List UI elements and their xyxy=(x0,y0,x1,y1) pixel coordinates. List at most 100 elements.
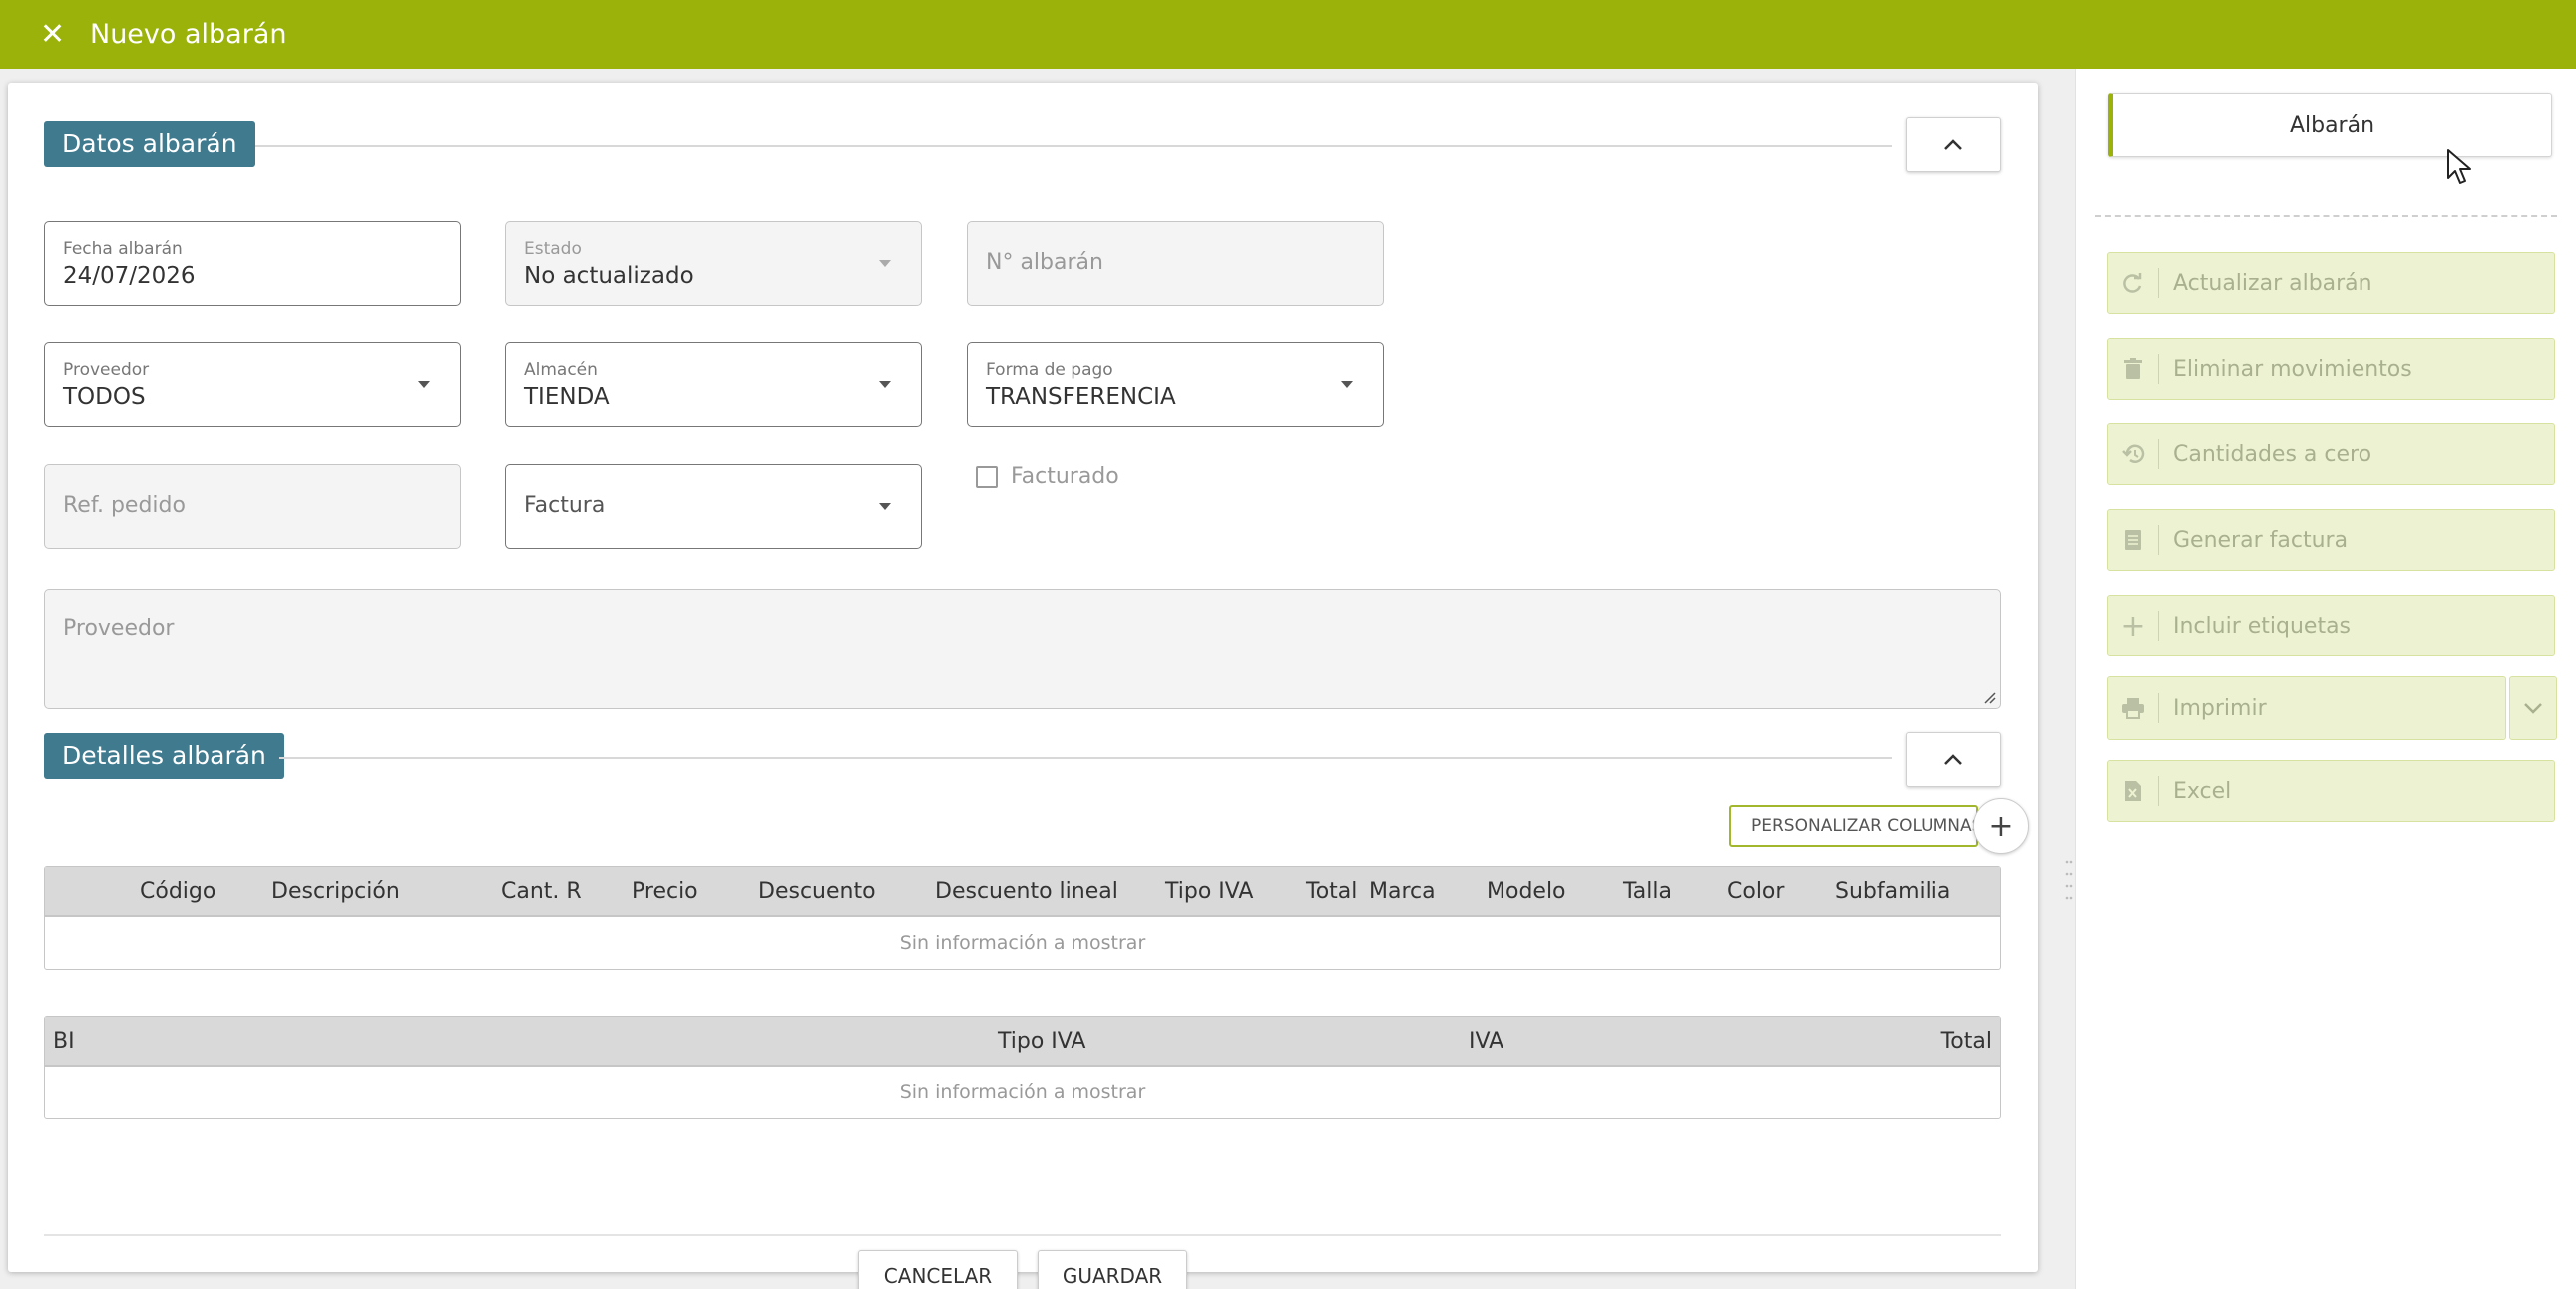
history-icon xyxy=(2108,443,2158,465)
action-label: Cantidades a cero xyxy=(2173,441,2372,467)
field-label: Fecha albarán xyxy=(63,239,183,259)
totales-table: BI Tipo IVA IVA Total Sin información a … xyxy=(44,1016,2001,1119)
eliminar-movimientos-button[interactable]: Eliminar movimientos xyxy=(2107,338,2555,400)
factura-select[interactable]: Factura xyxy=(505,464,922,549)
forma-pago-select[interactable]: Forma de pago TRANSFERENCIA xyxy=(967,342,1384,427)
splitter-grip-icon[interactable] xyxy=(2065,856,2073,904)
column-header: Tipo IVA xyxy=(998,1029,1086,1054)
column-header: Total xyxy=(1940,1029,1992,1054)
field-placeholder: Ref. pedido xyxy=(63,493,186,518)
personalize-columns-button[interactable]: PERSONALIZAR COLUMNAS xyxy=(1729,805,1978,847)
dropdown-arrow-icon xyxy=(879,503,891,510)
column-header[interactable]: Precio xyxy=(632,879,698,904)
field-value: TODOS xyxy=(63,384,146,410)
detalles-table: Código Descripción Cant. R Precio Descue… xyxy=(44,866,2001,970)
section-datos-header: Datos albarán xyxy=(44,121,255,167)
column-header[interactable]: Subfamilia xyxy=(1835,879,1950,904)
column-header[interactable]: Descuento lineal xyxy=(935,879,1118,904)
section-title-detalles: Detalles albarán xyxy=(44,733,284,779)
actualizar-albaran-button[interactable]: Actualizar albarán xyxy=(2107,252,2555,314)
action-label: Actualizar albarán xyxy=(2173,270,2372,296)
excel-button[interactable]: Excel xyxy=(2107,760,2555,822)
resize-handle-icon[interactable] xyxy=(1980,688,1996,704)
column-header[interactable]: Color xyxy=(1727,879,1784,904)
column-header[interactable]: Tipo IVA xyxy=(1165,879,1253,904)
plus-icon[interactable]: + xyxy=(1973,798,2029,854)
cantidades-a-cero-button[interactable]: Cantidades a cero xyxy=(2107,423,2555,485)
column-header[interactable]: Total xyxy=(1306,879,1357,904)
facturado-checkbox-wrap: Facturado xyxy=(976,464,1119,489)
column-header[interactable]: Marca xyxy=(1369,879,1436,904)
top-bar: ✕ Nuevo albarán xyxy=(0,0,2576,69)
column-header[interactable]: Descripción xyxy=(271,879,400,904)
proveedor-select[interactable]: Proveedor TODOS xyxy=(44,342,461,427)
invoice-icon xyxy=(2108,529,2158,551)
separator xyxy=(2158,354,2159,384)
collapse-detalles-button[interactable] xyxy=(1906,732,2001,787)
column-header: IVA xyxy=(1469,1029,1504,1054)
column-header[interactable]: Modelo xyxy=(1487,879,1566,904)
field-value: TRANSFERENCIA xyxy=(986,384,1176,410)
action-label: Excel xyxy=(2173,778,2232,804)
facturado-label: Facturado xyxy=(1011,464,1119,489)
field-value: TIENDA xyxy=(524,384,610,410)
separator xyxy=(2158,439,2159,469)
column-header[interactable]: Código xyxy=(140,879,215,904)
column-header[interactable]: Cant. R xyxy=(501,879,582,904)
chevron-up-icon xyxy=(1944,753,1962,765)
column-header[interactable]: Talla xyxy=(1623,879,1672,904)
footer-divider xyxy=(44,1234,2001,1236)
trash-icon xyxy=(2108,358,2158,380)
dropdown-arrow-icon xyxy=(879,260,891,267)
incluir-etiquetas-button[interactable]: + Incluir etiquetas xyxy=(2107,595,2555,656)
field-placeholder: Factura xyxy=(524,493,606,518)
dropdown-arrow-icon xyxy=(418,381,430,388)
ref-pedido-field: Ref. pedido xyxy=(44,464,461,549)
plus-icon: + xyxy=(2120,608,2146,644)
separator xyxy=(2158,268,2159,298)
field-label: Almacén xyxy=(524,360,598,380)
imprimir-dropdown-button[interactable] xyxy=(2509,676,2557,740)
separator xyxy=(2158,776,2159,806)
table-header: BI Tipo IVA IVA Total xyxy=(45,1017,2000,1067)
printer-icon xyxy=(2108,697,2158,719)
fecha-albaran-field[interactable]: Fecha albarán 24/07/2026 xyxy=(44,221,461,306)
separator xyxy=(2158,525,2159,555)
field-label: Estado xyxy=(524,239,582,259)
separator xyxy=(2158,611,2159,641)
action-label: Incluir etiquetas xyxy=(2173,613,2352,639)
action-label: Imprimir xyxy=(2173,695,2267,721)
table-empty-message: Sin información a mostrar xyxy=(899,1081,1146,1103)
excel-file-icon xyxy=(2108,780,2158,802)
chevron-down-icon xyxy=(2524,703,2542,714)
collapse-datos-button[interactable] xyxy=(1906,117,2001,172)
action-label: Generar factura xyxy=(2173,527,2349,553)
proveedor-textarea[interactable]: Proveedor xyxy=(44,589,2001,709)
field-label: Proveedor xyxy=(63,360,150,380)
column-header: BI xyxy=(53,1029,75,1054)
almacen-select[interactable]: Almacén TIENDA xyxy=(505,342,922,427)
separator xyxy=(2158,693,2159,723)
dropdown-arrow-icon xyxy=(879,381,891,388)
save-button[interactable]: GUARDAR xyxy=(1038,1250,1187,1289)
generar-factura-button[interactable]: Generar factura xyxy=(2107,509,2555,571)
section-detalles-header: Detalles albarán xyxy=(44,733,284,779)
textarea-placeholder: Proveedor xyxy=(63,616,175,641)
section-divider xyxy=(279,757,1892,759)
section-divider xyxy=(255,145,1892,147)
column-header[interactable]: Descuento xyxy=(758,879,876,904)
field-value: No actualizado xyxy=(524,263,694,289)
chevron-up-icon xyxy=(1944,138,1962,150)
page-title: Nuevo albarán xyxy=(90,19,287,50)
facturado-checkbox[interactable] xyxy=(976,465,998,488)
dropdown-arrow-icon xyxy=(1341,381,1353,388)
panel-divider xyxy=(2095,215,2557,217)
numero-albaran-field: N° albarán xyxy=(967,221,1384,306)
imprimir-button[interactable]: Imprimir xyxy=(2107,676,2506,740)
field-label: Forma de pago xyxy=(986,360,1113,380)
albaran-tab-button[interactable]: Albarán xyxy=(2108,93,2552,157)
field-value: 24/07/2026 xyxy=(63,263,196,289)
cancel-button[interactable]: CANCELAR xyxy=(858,1250,1018,1289)
section-title-datos: Datos albarán xyxy=(44,121,255,167)
close-icon[interactable]: ✕ xyxy=(40,17,74,52)
